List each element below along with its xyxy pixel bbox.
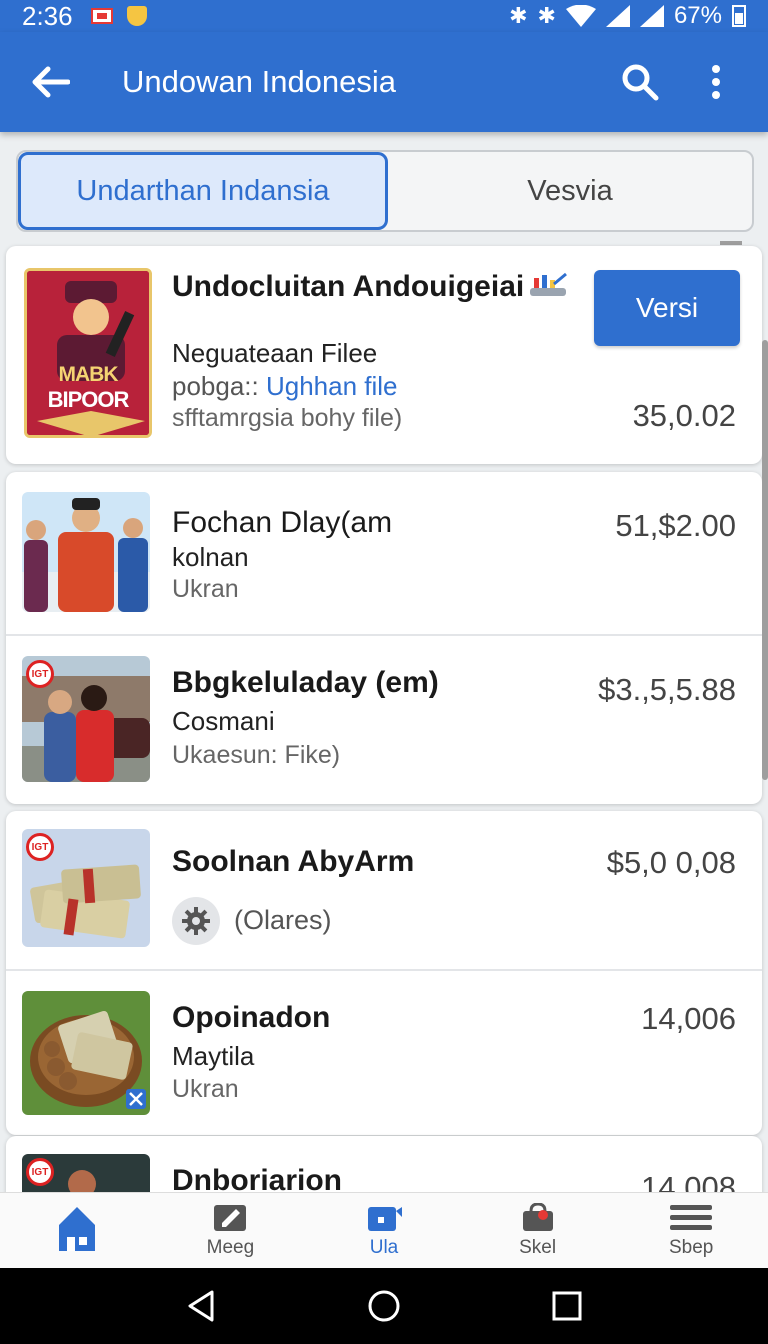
list-card: Fochan Dlay(am kolnan Ukran 51,$2.00 IGT… [6,472,762,804]
arrow-left-icon [32,66,70,98]
featured-line1: Neguateaan Filee [172,338,378,368]
nav-home[interactable] [0,1193,154,1268]
nav-ula[interactable]: Ula [307,1193,461,1268]
item-thumbnail: IGT [22,656,150,782]
featured-card[interactable]: MABK BIPOOR Undocluitan Andouigeiai Vers… [6,246,762,464]
people-illustration [22,492,150,612]
item-title: Opoinadon [172,1001,331,1034]
list-item[interactable]: Fochan Dlay(am kolnan Ukran 51,$2.00 [6,472,762,636]
item-subtitle: Cosmani [172,706,275,736]
scroll-indicator [720,241,742,245]
nav-meeg[interactable]: Meeg [154,1193,308,1268]
item-meta: Ukran [172,575,239,603]
item-meta: Ukran [172,1075,239,1103]
scrollbar[interactable] [762,340,768,780]
system-home-button[interactable] [360,1282,408,1330]
chart-badge-icon [530,272,567,296]
list-item[interactable]: Opoinadon Maytila Ukran 14,006 [6,971,762,1135]
tab-undarthan-indansia[interactable]: Undarthan Indansia [18,152,388,230]
battery-percent: 67% [673,2,722,29]
item-price: $3.,5,5.88 [598,672,736,707]
signal-icon [639,5,664,27]
item-price: 51,$2.00 [615,508,736,543]
thumb-badge: IGT [26,833,54,861]
wifi-icon [565,5,596,27]
item-title: Soolnan AbyArm [172,845,415,878]
page-title: Undowan Indonesia [122,64,397,99]
nav-sbep-label: Sbep [668,1236,714,1258]
signal-icon [605,5,630,27]
nav-skel[interactable]: Skel [461,1193,615,1268]
item-title: Bbgkeluladay (em) [172,666,439,699]
battery-icon [732,5,746,27]
more-button[interactable] [692,58,740,106]
list-item[interactable]: IGT Soolnan AbyArm (Olares) $5,0 0,08 [6,811,762,969]
nav-sbep[interactable]: Sbep [614,1193,768,1268]
square-recents-icon [552,1291,582,1321]
nav-meeg-label: Meeg [206,1236,255,1258]
flag-icon [90,8,113,24]
system-recents-button[interactable] [543,1282,591,1330]
featured-thumbnail: MABK BIPOOR [24,268,152,438]
featured-price: 35,0.02 [632,398,736,433]
thumb-text-top: MABK [58,363,119,386]
menu-icon [670,1204,713,1230]
nav-ula-label: Ula [369,1236,399,1258]
item-title: Fochan Dlay(am [172,506,393,539]
item-subtitle: Maytila [172,1041,255,1071]
bluetooth-icon: ✱ [509,3,528,28]
segmented-tabs: Undarthan Indansia Vesvia [16,150,754,232]
thumb-text-bottom: BIPOOR [47,387,130,412]
list-item[interactable]: IGT Bbgkeluladay (em) Cosmani Ukaesun: F… [6,636,762,804]
home-icon [58,1206,95,1251]
item-thumbnail: IGT [22,829,150,947]
bluetooth-icon: ✱ [537,3,556,28]
item-subtitle: (Olares) [234,905,332,935]
item-price: $5,0 0,08 [606,845,736,880]
featured-line2-prefix: pobga:: [172,371,259,401]
money-basket-illustration [22,991,150,1115]
back-button[interactable] [28,60,72,104]
bag-icon [522,1202,553,1231]
edit-icon [214,1204,247,1231]
status-icons: ✱ ✱ 67% [509,2,746,30]
nav-skel-label: Skel [519,1236,557,1258]
item-meta: Ukaesun: Fike) [172,741,341,769]
gear-icon [182,907,210,935]
tab-vesvia[interactable]: Vesvia [388,152,752,230]
search-icon [622,64,659,101]
video-icon [367,1206,402,1231]
status-bar: 2:36 ✱ ✱ 67% [0,0,768,32]
thumb-badge: IGT [26,1158,54,1186]
triangle-back-icon [188,1290,214,1322]
item-price: 14,006 [641,1001,736,1036]
status-time: 2:36 [22,0,73,31]
thumb-badge: IGT [26,660,54,688]
featured-line3: sfftamrgsia bohy file) [172,404,403,432]
bottom-navigation: Meeg Ula Skel Sbep [0,1192,768,1268]
item-thumbnail [22,492,150,612]
versi-button[interactable]: Versi [594,270,740,346]
list-card: IGT Soolnan AbyArm (Olares) $5,0 0,08 Op… [6,811,762,1135]
featured-title: Undocluitan Andouigeiai [172,270,525,303]
more-vert-icon [712,65,720,99]
featured-line2: pobga:: Ughhan file [172,371,398,402]
shield-icon [126,6,147,26]
app-bar: Undowan Indonesia [0,32,768,132]
featured-file-link[interactable]: Ughhan file [266,371,398,401]
system-navigation [0,1268,768,1344]
item-subtitle: kolnan [172,542,249,572]
search-button[interactable] [616,58,664,106]
item-thumbnail [22,991,150,1115]
settings-button[interactable] [172,897,220,945]
system-back-button[interactable] [177,1282,225,1330]
circle-home-icon [368,1290,400,1322]
